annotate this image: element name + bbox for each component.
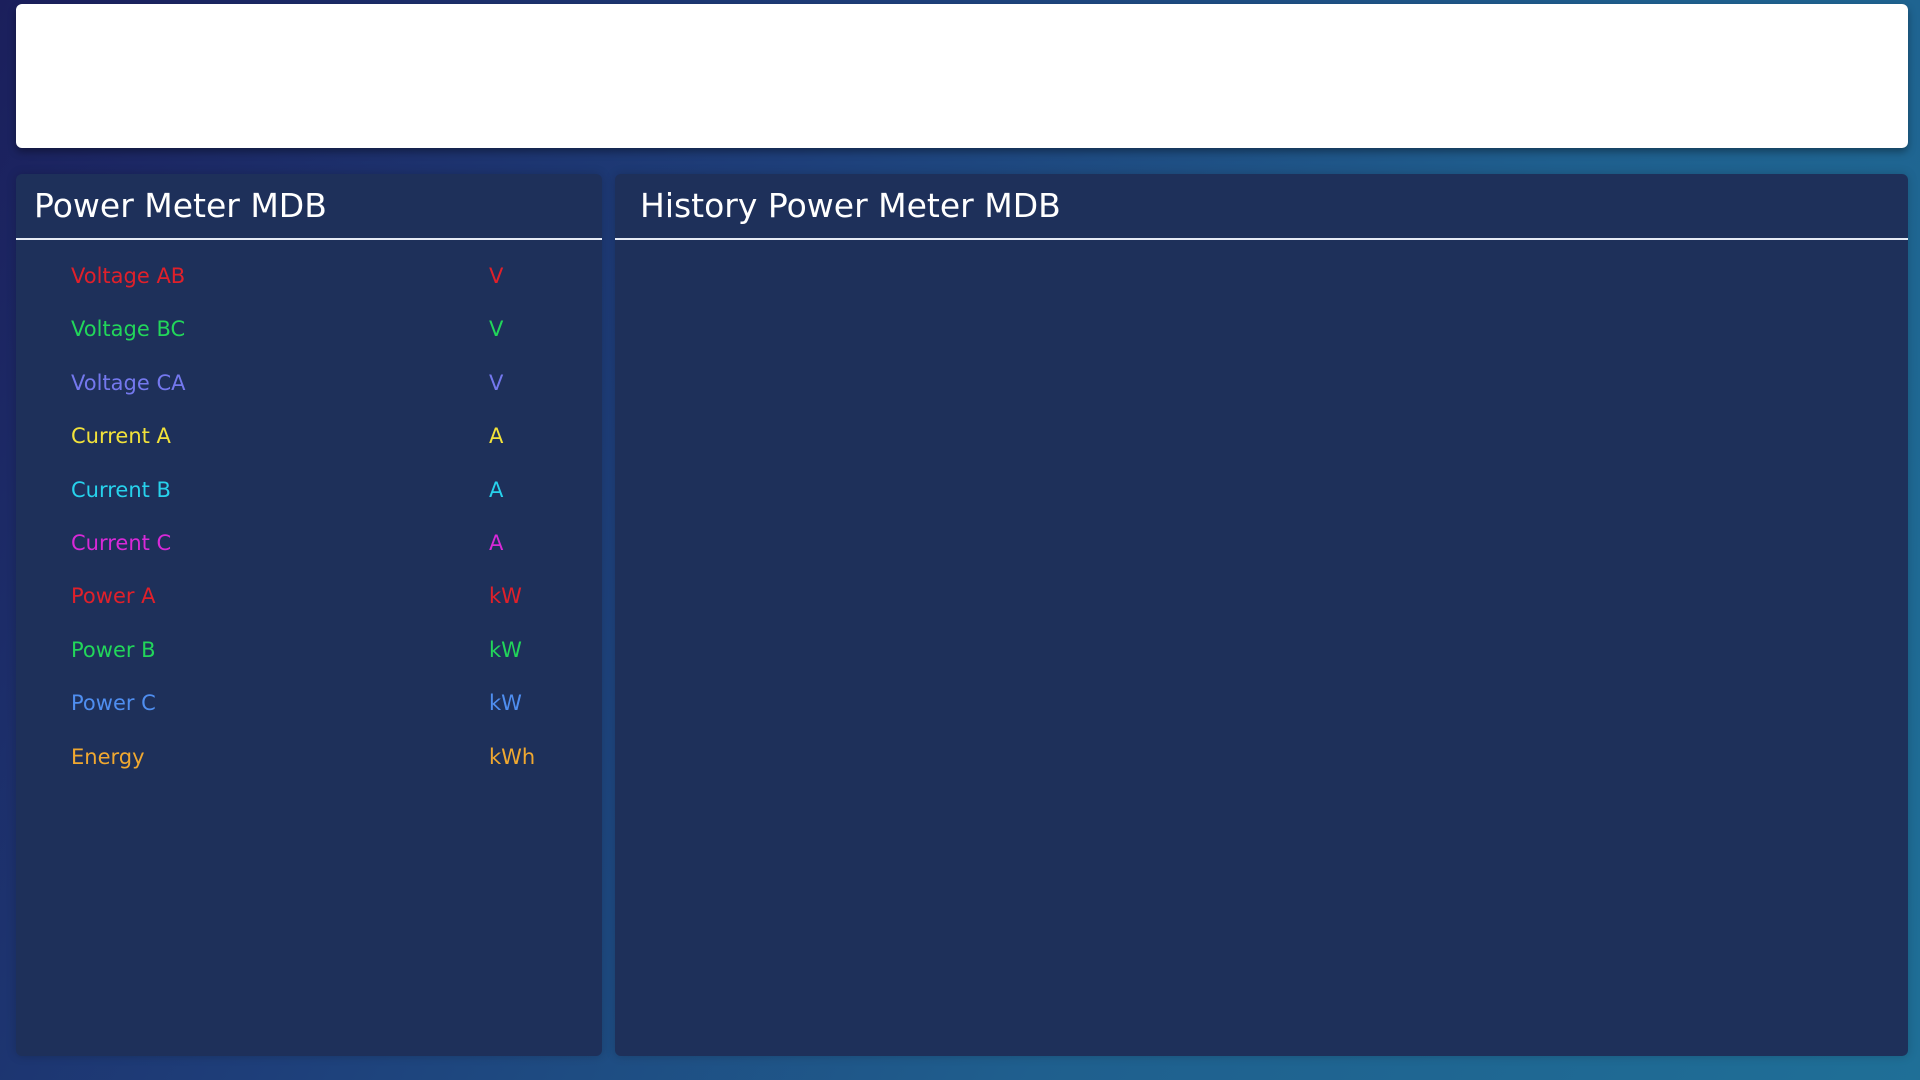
reading-label: Voltage CA xyxy=(71,370,186,395)
reading-label: Current C xyxy=(71,530,172,555)
reading-voltage-bc: Voltage BC V xyxy=(71,317,571,370)
top-banner xyxy=(16,4,1908,148)
reading-unit: V xyxy=(489,264,504,288)
reading-unit: V xyxy=(489,370,504,395)
power-meter-panel: Power Meter MDB Voltage AB V Voltage BC … xyxy=(16,174,602,1056)
reading-label: Current B xyxy=(71,477,171,502)
reading-power-b: Power B kW xyxy=(71,638,571,691)
reading-power-a: Power A kW xyxy=(71,584,571,637)
reading-unit: kW xyxy=(489,691,522,716)
reading-label: Power A xyxy=(71,584,156,609)
reading-unit: V xyxy=(489,317,504,342)
reading-unit: kW xyxy=(489,637,522,662)
history-title: History Power Meter MDB xyxy=(640,186,1061,225)
reading-energy: Energy kWh xyxy=(71,745,571,798)
reading-label: Voltage BC xyxy=(71,317,186,342)
reading-unit: kW xyxy=(489,584,522,609)
reading-label: Energy xyxy=(71,744,145,769)
reading-voltage-ca: Voltage CA V xyxy=(71,371,571,424)
reading-voltage-ab: Voltage AB V xyxy=(71,264,571,317)
reading-current-c: Current C A xyxy=(71,531,571,584)
history-panel: History Power Meter MDB xyxy=(615,174,1908,1056)
reading-current-a: Current A A xyxy=(71,424,571,477)
reading-unit: kWh xyxy=(489,744,536,769)
reading-current-b: Current B A xyxy=(71,478,571,531)
reading-label: Power C xyxy=(71,691,156,716)
reading-label: Current A xyxy=(71,424,171,449)
power-meter-divider xyxy=(16,238,602,240)
reading-label: Voltage AB xyxy=(71,264,186,288)
reading-unit: A xyxy=(489,424,504,449)
power-meter-title: Power Meter MDB xyxy=(34,186,327,225)
history-chart-area xyxy=(615,240,1908,1056)
reading-list: Voltage AB V Voltage BC V Voltage CA V C… xyxy=(71,264,571,798)
reading-power-c: Power C kW xyxy=(71,691,571,744)
reading-unit: A xyxy=(489,530,504,555)
reading-label: Power B xyxy=(71,637,156,662)
reading-unit: A xyxy=(489,477,504,502)
